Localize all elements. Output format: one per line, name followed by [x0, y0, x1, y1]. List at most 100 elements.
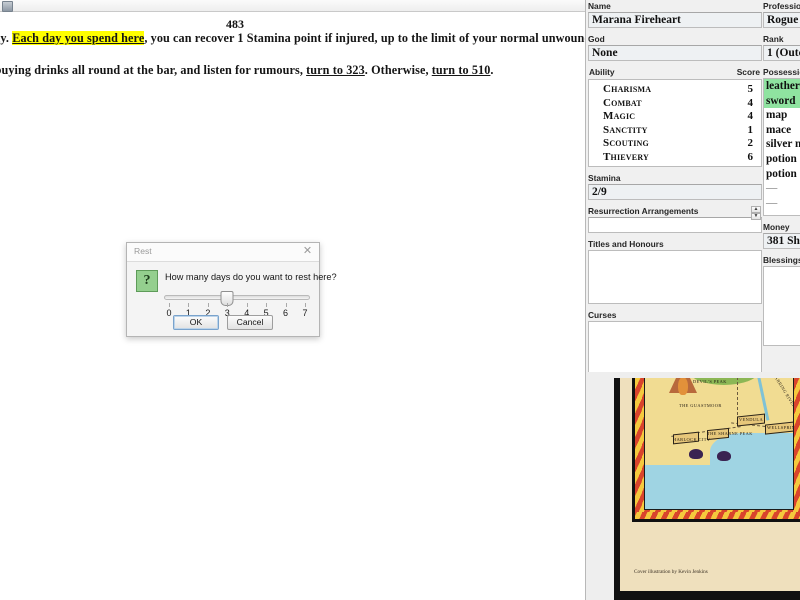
slider-tick — [188, 303, 190, 307]
possessions-list[interactable]: leatherswordmapmacesilver npotion cpotio… — [763, 78, 800, 216]
field-money: Money 381 Sha — [763, 221, 800, 249]
possession-item[interactable]: — — [764, 181, 800, 196]
ability-row[interactable]: Thievery 6 — [589, 151, 761, 165]
blessings-textarea[interactable] — [763, 266, 800, 346]
ability-table[interactable]: Charisma 5 Combat 4 Magic 4 Sanctity 1 Scouting 2… — [588, 79, 762, 167]
resurrection-spinner[interactable]: ▲ ▼ — [751, 206, 761, 220]
cover-credit-text: Cover illustration by Kevin Jenkins — [634, 569, 708, 575]
curses-label: Curses — [588, 310, 617, 320]
para2-text-before: ards buying drinks all round at the bar,… — [0, 63, 307, 77]
possession-item[interactable]: mace — [764, 123, 800, 138]
name-label: Name — [588, 1, 611, 11]
cancel-button[interactable]: Cancel — [227, 315, 273, 330]
slider-tick — [246, 303, 248, 307]
map-label-guastmoor: THE GUASTMOOR — [679, 403, 722, 408]
map-sea-monster-1 — [689, 449, 703, 459]
score-column-header: Score — [736, 67, 760, 77]
ability-row[interactable]: Charisma 5 — [589, 83, 761, 97]
stamina-value[interactable]: 2/9 — [588, 184, 762, 200]
slider-track[interactable] — [164, 295, 310, 300]
book-cover-pane: DEVIL'S PEAK THE GUASTMOOR STARRING RIVE… — [585, 372, 800, 600]
turn-to-link-323[interactable]: turn to 323 — [306, 63, 365, 77]
map-label-wellspring: WELLSPRING — [767, 425, 793, 430]
map-sea-monster-2 — [717, 451, 731, 461]
possession-item[interactable]: leather — [764, 79, 800, 94]
para1-text-after: , you can recover 1 Stamina point if inj… — [144, 31, 585, 45]
possession-item[interactable]: — — [764, 196, 800, 211]
spinner-up-icon[interactable]: ▲ — [751, 206, 761, 213]
turn-to-link-510[interactable]: turn to 510 — [432, 63, 491, 77]
god-label: God — [588, 34, 605, 44]
field-god: God None — [588, 33, 762, 61]
possession-item[interactable]: sword — [764, 93, 800, 109]
dialog-title: Rest — [134, 246, 152, 256]
ok-button[interactable]: OK — [173, 315, 219, 330]
question-icon: ? — [136, 270, 158, 292]
map-label-harlock-city: HARLOCK CITY — [673, 437, 711, 442]
ability-row[interactable]: Magic 4 — [589, 110, 761, 124]
field-profession: Profession Rogue — [763, 0, 800, 28]
field-stamina: Stamina 2/9 — [588, 172, 762, 200]
money-label: Money — [763, 222, 790, 232]
para1-text-before: a day. — [0, 31, 10, 45]
highlighted-phrase: Each day you spend here — [12, 31, 145, 45]
dialog-button-row: OK Cancel — [127, 315, 319, 330]
sheet-column-right: Profession Rogue Rank 1 (Outc Possession… — [763, 0, 800, 351]
rank-value[interactable]: 1 (Outc — [763, 45, 800, 61]
rank-label: Rank — [763, 34, 784, 44]
map-lava-flow — [678, 378, 688, 395]
fantasy-map-illustration: DEVIL'S PEAK THE GUASTMOOR STARRING RIVE… — [632, 378, 800, 522]
book-cover-image: DEVIL'S PEAK THE GUASTMOOR STARRING RIVE… — [620, 378, 800, 591]
name-value[interactable]: Marana Fireheart — [588, 12, 762, 28]
possession-item[interactable]: silver n — [764, 137, 800, 152]
rest-dialog[interactable]: Rest ✕ ? How many days do you want to re… — [126, 242, 337, 337]
blessings-label: Blessings — [763, 255, 800, 265]
field-name: Name Marana Fireheart — [588, 0, 762, 28]
right-side-container: Name Marana Fireheart God None Ability S… — [585, 0, 800, 600]
field-possessions: Possessions leatherswordmapmacesilver np… — [763, 66, 800, 216]
money-value[interactable]: 381 Sha — [763, 233, 800, 249]
possession-item[interactable]: potion c — [764, 152, 800, 167]
ability-score: 4 — [747, 96, 754, 109]
possession-item[interactable]: potion c — [764, 167, 800, 182]
field-titles: Titles and Honours — [588, 238, 762, 304]
titles-textarea[interactable] — [588, 250, 762, 304]
close-icon[interactable]: ✕ — [302, 246, 313, 257]
ability-row[interactable]: Combat 4 — [589, 97, 761, 111]
ability-name: Combat — [603, 96, 642, 109]
field-rank: Rank 1 (Outc — [763, 33, 800, 61]
book-body-text: a day. Each day you spend here, you can … — [0, 30, 585, 94]
ability-name: Charisma — [603, 83, 652, 95]
ability-score: 6 — [747, 150, 754, 163]
curses-textarea[interactable] — [588, 321, 762, 372]
slider-tick — [305, 303, 306, 307]
app-window: 483 a day. Each day you spend here, you … — [0, 0, 800, 600]
possession-item[interactable]: map — [764, 108, 800, 123]
slider-tick — [266, 303, 268, 307]
resurrection-value[interactable] — [588, 217, 762, 233]
stamina-label: Stamina — [588, 173, 621, 183]
titles-label: Titles and Honours — [588, 239, 664, 249]
book-cover-frame: DEVIL'S PEAK THE GUASTMOOR STARRING RIVE… — [614, 378, 800, 600]
book-paragraph-2: ards buying drinks all round at the bar,… — [0, 62, 585, 94]
resurrection-label: Resurrection Arrangements — [588, 206, 699, 216]
ability-score: 5 — [747, 83, 754, 95]
profession-value[interactable]: Rogue — [763, 12, 800, 28]
ability-score: 4 — [747, 110, 754, 122]
spinner-down-icon[interactable]: ▼ — [751, 213, 761, 220]
slider-tick — [285, 303, 287, 307]
field-curses: Curses — [588, 309, 762, 372]
ability-score: 2 — [747, 137, 754, 149]
map-label-devils-peak: DEVIL'S PEAK — [693, 379, 727, 384]
field-resurrection: Resurrection Arrangements ▲ ▼ — [588, 205, 762, 233]
ability-row[interactable]: Scouting 2 — [589, 137, 761, 151]
character-sheet-panel: Name Marana Fireheart God None Ability S… — [585, 0, 800, 372]
dialog-titlebar: Rest ✕ — [127, 243, 319, 262]
map-label-sharne-peak: THE SHARNE PEAK — [707, 431, 753, 436]
god-value[interactable]: None — [588, 45, 762, 61]
profession-label: Profession — [763, 1, 800, 11]
ability-row[interactable]: Sanctity 1 — [589, 124, 761, 138]
book-paragraph-1: a day. Each day you spend here, you can … — [0, 30, 585, 62]
toolbar-app-icon[interactable] — [2, 1, 13, 12]
sheet-column-left: Name Marana Fireheart God None Ability S… — [588, 0, 762, 372]
